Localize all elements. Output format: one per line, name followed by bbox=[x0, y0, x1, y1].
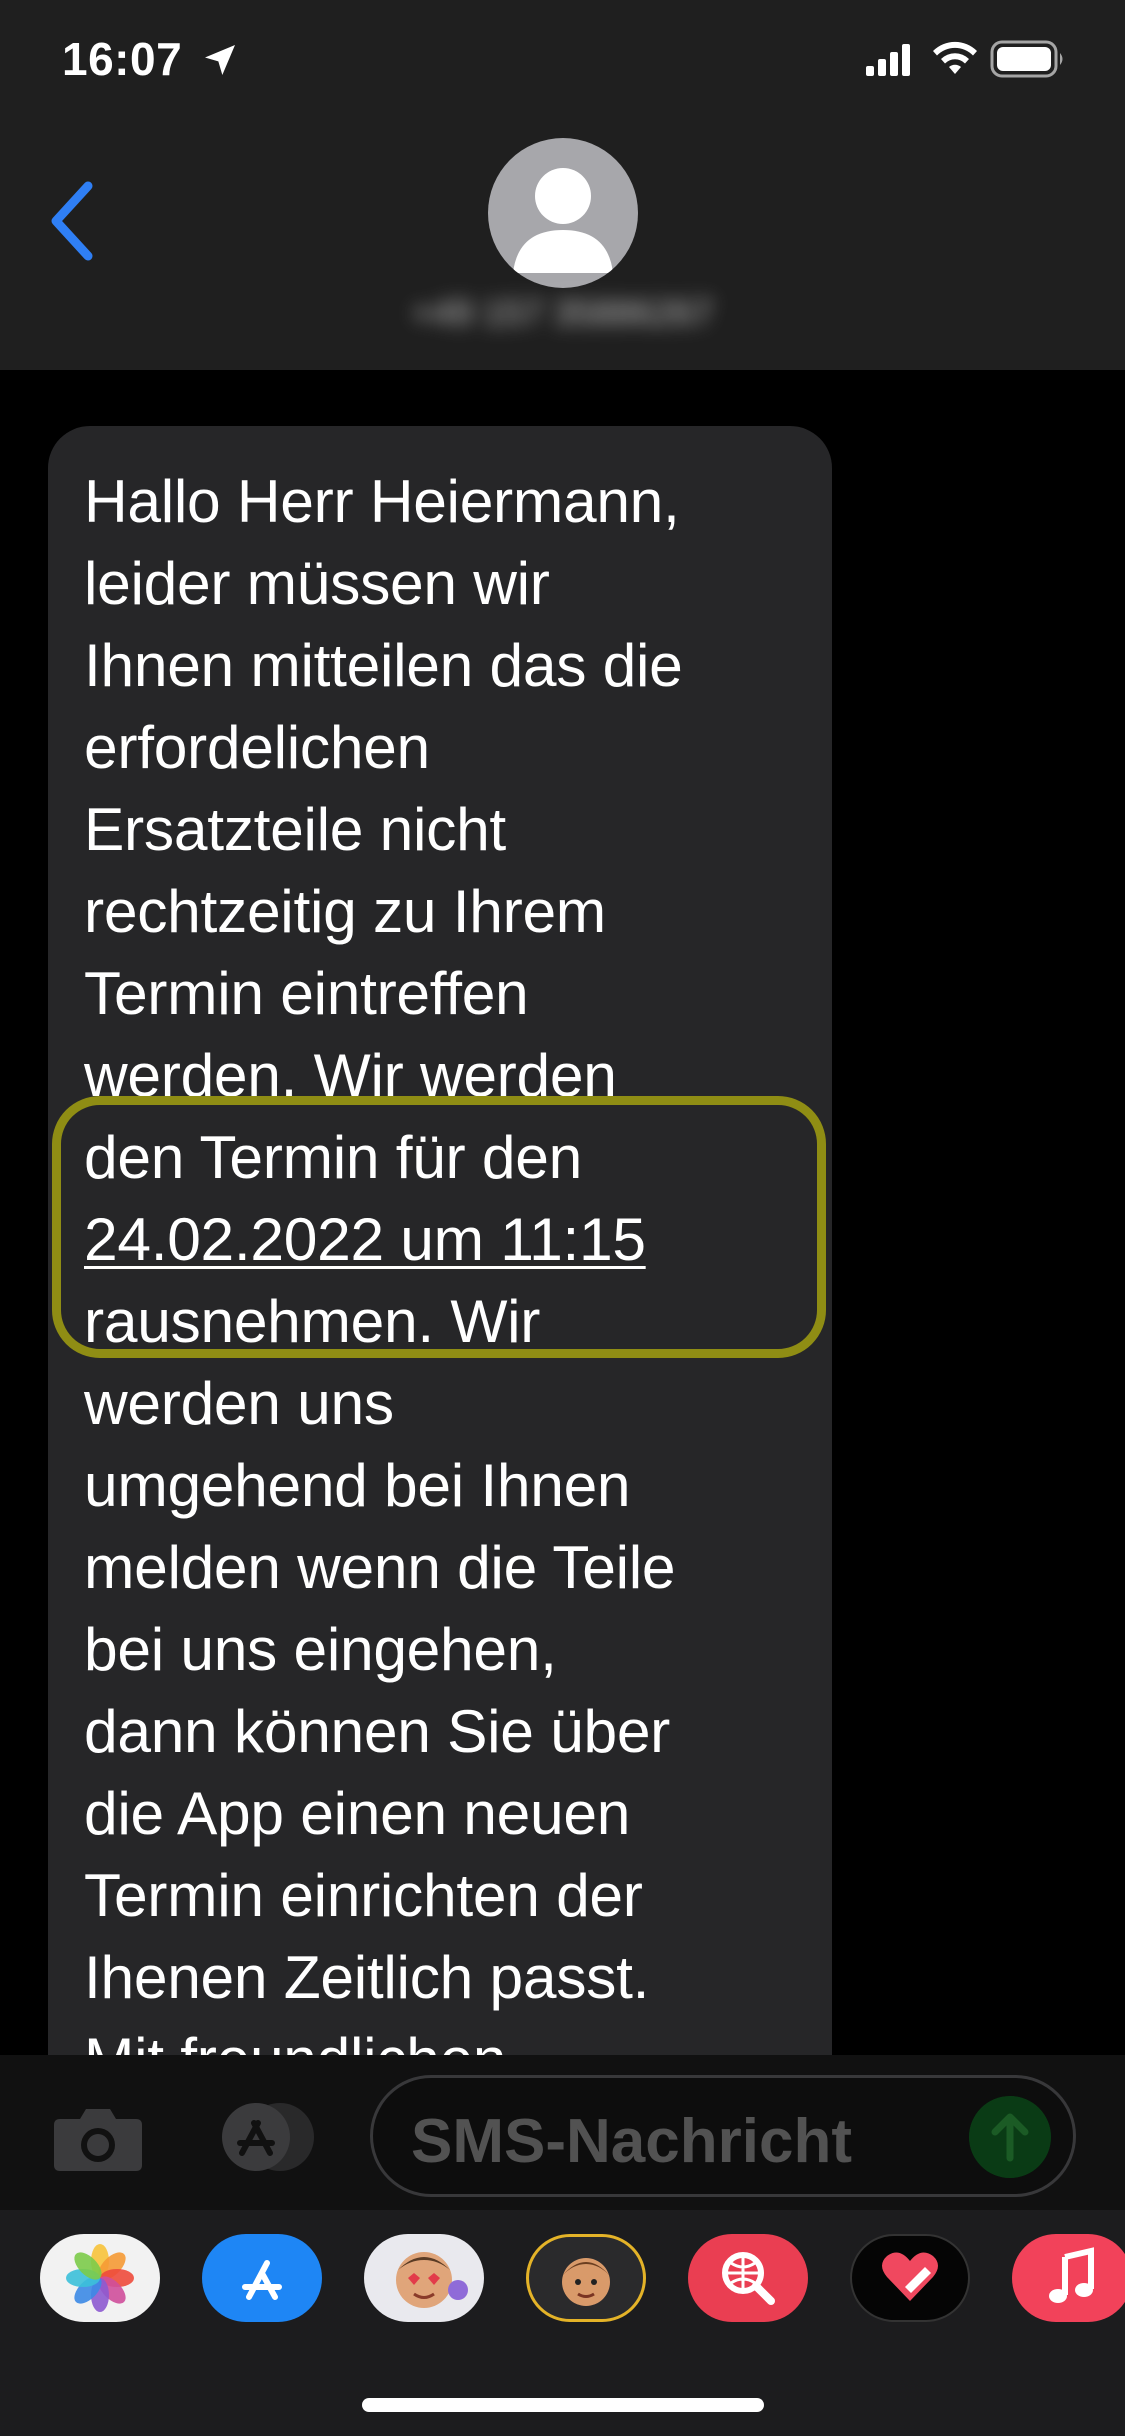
app-store-apps-icon[interactable] bbox=[208, 2101, 320, 2173]
contact-name-blurred[interactable]: +49 157 35886267 bbox=[300, 292, 825, 334]
incoming-message-bubble[interactable]: Hallo Herr Heiermann, leider müssen wir … bbox=[48, 426, 832, 2055]
cellular-signal-icon bbox=[866, 44, 910, 76]
music-icon[interactable] bbox=[1012, 2234, 1125, 2322]
app-store-icon[interactable] bbox=[202, 2234, 322, 2322]
location-arrow-icon bbox=[205, 45, 235, 75]
person-silhouette-icon bbox=[513, 168, 613, 273]
send-arrow-icon[interactable] bbox=[969, 2096, 1051, 2178]
message-input-bar: SMS-Nachricht bbox=[0, 2055, 1125, 2210]
battery-icon bbox=[990, 40, 1063, 78]
memoji-stickers-icon[interactable] bbox=[364, 2234, 484, 2322]
web-search-icon[interactable] bbox=[688, 2234, 808, 2322]
memoji-icon[interactable] bbox=[526, 2234, 646, 2322]
back-chevron-icon[interactable] bbox=[44, 176, 104, 266]
wifi-icon bbox=[933, 41, 977, 74]
status-time: 16:07 bbox=[62, 33, 183, 85]
conversation-header: +49 157 35886267 bbox=[0, 120, 1125, 371]
heart-digital-touch-icon[interactable] bbox=[850, 2234, 970, 2322]
message-text-before: Hallo Herr Heiermann, leider müssen wir … bbox=[84, 467, 683, 1191]
message-text: Hallo Herr Heiermann, leider müssen wir … bbox=[84, 460, 796, 2055]
sms-message-input[interactable]: SMS-Nachricht bbox=[370, 2075, 1076, 2197]
input-placeholder: SMS-Nachricht bbox=[411, 2107, 852, 2176]
message-thread[interactable]: Hallo Herr Heiermann, leider müssen wir … bbox=[0, 370, 1125, 2055]
date-link[interactable]: 24.02.2022 um 11:15 bbox=[84, 1205, 646, 1273]
camera-icon[interactable] bbox=[52, 2103, 144, 2173]
home-indicator[interactable] bbox=[362, 2398, 764, 2412]
photos-icon[interactable] bbox=[40, 2234, 160, 2322]
contact-avatar[interactable] bbox=[488, 138, 638, 288]
status-bar: 16:07 bbox=[0, 0, 1125, 120]
message-text-after: rausnehmen. Wir werden uns umgehend bei … bbox=[84, 1287, 676, 2055]
